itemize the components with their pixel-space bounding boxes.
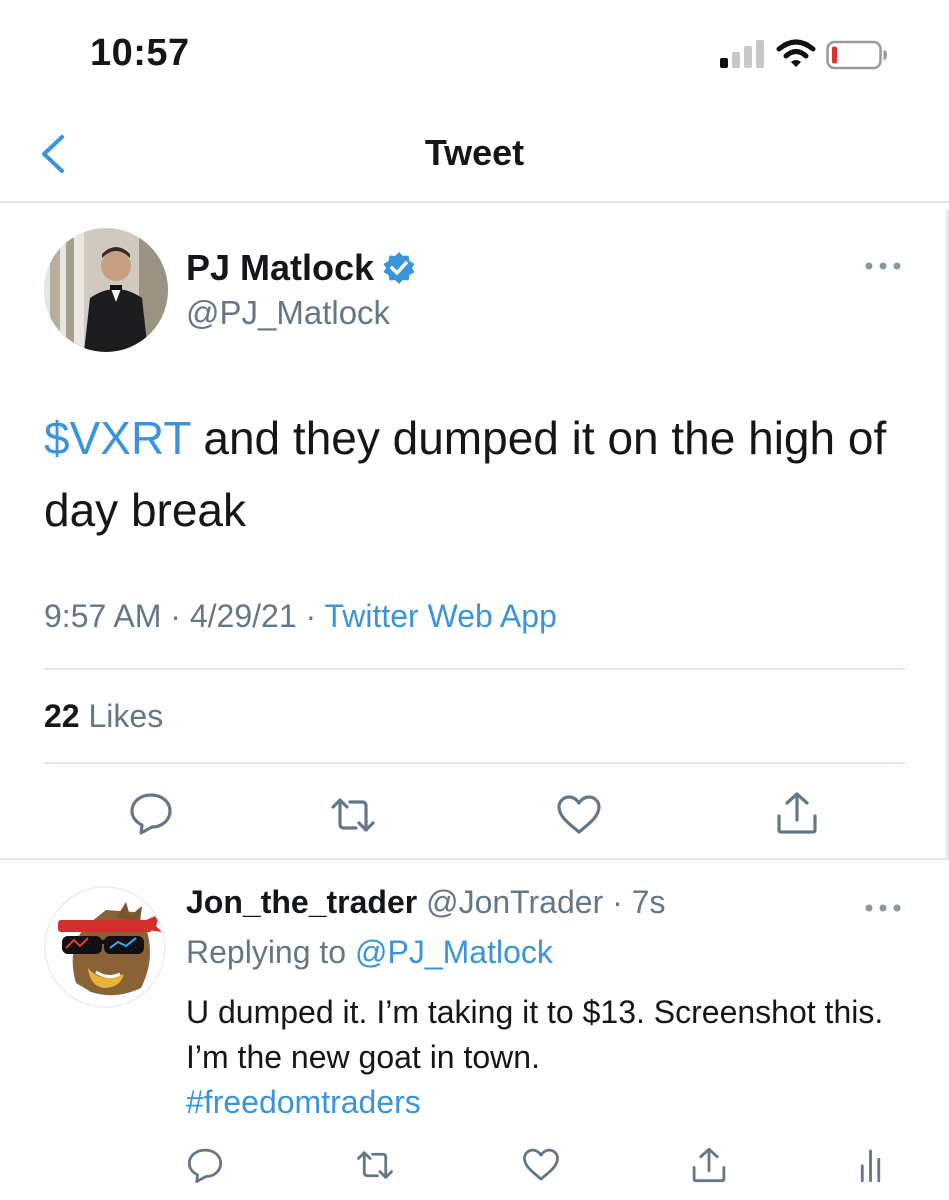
- reply-author-handle[interactable]: @JonTrader: [426, 884, 603, 920]
- meta-separator: ·: [603, 884, 632, 920]
- comment-icon[interactable]: [186, 1146, 224, 1184]
- cashtag-link[interactable]: $VXRT: [44, 412, 191, 464]
- tweet-source-link[interactable]: Twitter Web App: [324, 598, 556, 634]
- tweet-meta: 9:57 AM · 4/29/21 · Twitter Web App: [44, 598, 557, 635]
- hashtag-link[interactable]: #freedomtraders: [186, 1080, 916, 1125]
- author-handle[interactable]: @PJ_Matlock: [186, 294, 390, 332]
- divider: [44, 762, 905, 764]
- more-horizontal-icon[interactable]: [864, 256, 902, 276]
- likes-stat[interactable]: 22 Likes: [44, 698, 163, 735]
- meta-separator: ·: [296, 598, 325, 634]
- meta-separator: ·: [161, 598, 190, 634]
- replying-to: Replying to @PJ_Matlock: [186, 934, 553, 971]
- author-avatar[interactable]: [44, 228, 168, 352]
- retweet-icon[interactable]: [356, 1146, 394, 1184]
- reply-text: U dumped it. I’m taking it to $13. Scree…: [186, 990, 916, 1125]
- heart-icon[interactable]: [556, 792, 602, 838]
- likes-count: 22: [44, 698, 80, 734]
- more-horizontal-icon[interactable]: [864, 898, 902, 918]
- tweet-time: 9:57 AM: [44, 598, 162, 634]
- analytics-icon[interactable]: [854, 1146, 892, 1184]
- mention-link[interactable]: @PJ_Matlock: [355, 934, 553, 970]
- battery-icon: [826, 40, 887, 70]
- retweet-icon[interactable]: [330, 792, 376, 838]
- wifi-icon: [776, 39, 816, 67]
- page-title: Tweet: [424, 132, 525, 173]
- reply-author-name[interactable]: Jon_the_trader: [186, 884, 417, 920]
- author-name-row[interactable]: PJ Matlock: [186, 247, 416, 289]
- reply-header: Jon_the_trader @JonTrader · 7s: [186, 884, 665, 921]
- likes-label: Likes: [88, 698, 164, 734]
- reply-author-avatar[interactable]: [44, 886, 166, 1008]
- tweet-text: $VXRT and they dumped it on the high of …: [44, 402, 914, 546]
- navigation-bar: Tweet: [0, 100, 949, 203]
- verified-badge-icon: [383, 252, 415, 284]
- status-time: 10:57: [90, 32, 190, 74]
- author-name[interactable]: PJ Matlock: [186, 247, 374, 289]
- heart-icon[interactable]: [522, 1146, 560, 1184]
- reply-body: U dumped it. I’m taking it to $13. Scree…: [186, 994, 884, 1075]
- share-icon[interactable]: [690, 1146, 728, 1184]
- reply-age: 7s: [631, 884, 666, 920]
- divider: [44, 668, 905, 670]
- replying-prefix: Replying to: [186, 934, 355, 970]
- share-icon[interactable]: [774, 790, 820, 836]
- tweet-date: 4/29/21: [189, 598, 297, 634]
- divider: [0, 858, 949, 860]
- comment-icon[interactable]: [128, 790, 174, 836]
- cellular-signal-icon: [720, 40, 764, 68]
